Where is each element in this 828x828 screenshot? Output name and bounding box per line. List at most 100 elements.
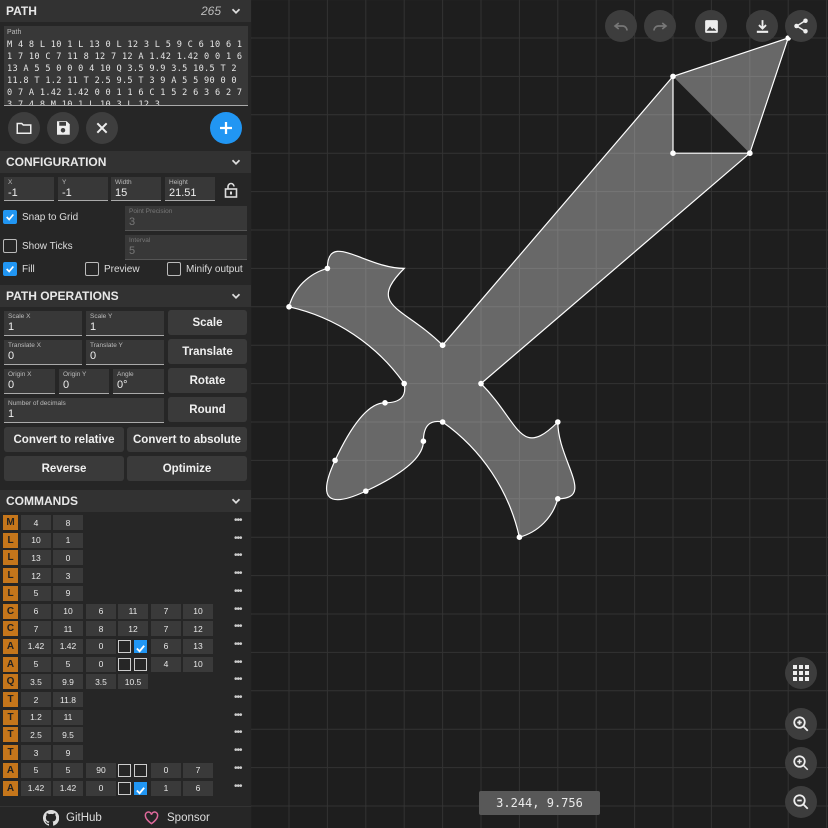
command-value-input[interactable]: 1.2 (21, 709, 51, 725)
redo-button[interactable] (644, 10, 676, 42)
command-row[interactable]: T 3 9 ••• (0, 745, 251, 762)
viewbox-height-field[interactable]: Height 21.51 (165, 177, 215, 201)
command-value-input[interactable]: 6 (86, 603, 116, 619)
command-type-badge[interactable]: C (3, 603, 18, 619)
command-type-badge[interactable]: A (3, 638, 18, 654)
anchor-point[interactable] (332, 457, 338, 464)
command-menu-button[interactable]: ••• (234, 568, 242, 579)
command-value-input[interactable]: 9 (53, 585, 83, 601)
editor-canvas[interactable] (251, 0, 828, 828)
scale-button[interactable]: Scale (168, 310, 247, 335)
command-row[interactable]: C 7 11 8 12 7 12 ••• (0, 621, 251, 638)
path-textarea[interactable]: Path M 4 8 L 10 1 L 13 0 L 12 3 L 5 9 C … (4, 26, 248, 106)
command-value-input[interactable]: 4 (151, 656, 181, 672)
save-button[interactable] (47, 112, 79, 144)
command-value-input[interactable]: 11 (118, 603, 148, 619)
command-menu-button[interactable]: ••• (234, 586, 242, 597)
command-value-input[interactable]: 0 (86, 656, 116, 672)
anchor-point[interactable] (516, 534, 523, 540)
minify-output-checkbox[interactable]: Minify output (167, 262, 243, 276)
anchor-point[interactable] (324, 265, 331, 272)
command-value-input[interactable]: 6 (21, 603, 51, 619)
anchor-point[interactable] (670, 73, 676, 80)
command-value-input[interactable]: 10.5 (118, 674, 148, 690)
scale-y-field[interactable]: Scale Y 1 (86, 311, 164, 336)
angle-field[interactable]: Angle 0° (113, 369, 164, 394)
command-menu-button[interactable]: ••• (234, 657, 242, 668)
angle-value[interactable]: 0° (117, 379, 160, 392)
origin-x-field[interactable]: Origin X 0 (4, 369, 55, 394)
translate-x-field[interactable]: Translate X 0 (4, 340, 82, 365)
command-menu-button[interactable]: ••• (234, 533, 242, 544)
command-type-badge[interactable]: T (3, 692, 18, 707)
decimals-value[interactable]: 1 (8, 408, 160, 421)
scale-x-value[interactable]: 1 (8, 321, 78, 334)
add-command-button[interactable] (210, 112, 242, 144)
command-type-badge[interactable]: T (3, 709, 18, 725)
scale-x-field[interactable]: Scale X 1 (4, 311, 82, 336)
command-type-badge[interactable]: L (3, 585, 18, 601)
command-value-input[interactable]: 11 (53, 621, 83, 637)
command-value-input[interactable]: 7 (151, 603, 181, 619)
command-type-badge[interactable]: A (3, 762, 18, 778)
command-value-input[interactable]: 10 (183, 656, 213, 672)
anchor-point[interactable] (420, 438, 427, 445)
command-type-badge[interactable]: M (3, 515, 18, 530)
convert-to-absolute-button[interactable]: Convert to absolute (127, 427, 247, 452)
round-button[interactable]: Round (168, 397, 247, 422)
command-value-input[interactable]: 12 (118, 621, 148, 637)
fill-checkbox[interactable]: Fill (3, 262, 35, 276)
translate-button[interactable]: Translate (168, 339, 247, 364)
command-type-badge[interactable]: T (3, 727, 18, 743)
command-menu-button[interactable]: ••• (234, 550, 242, 561)
command-value-input[interactable]: 4 (21, 515, 51, 530)
translate-x-value[interactable]: 0 (8, 350, 78, 363)
sweep-flag-checkbox[interactable] (134, 781, 147, 795)
command-row[interactable]: Q 3.5 9.9 3.5 10.5 ••• (0, 674, 251, 691)
command-row[interactable]: A 5 5 0 4 10 ••• (0, 656, 251, 674)
command-type-badge[interactable]: L (3, 568, 18, 584)
command-row[interactable]: L 12 3 ••• (0, 568, 251, 585)
command-value-input[interactable]: 1 (151, 780, 181, 796)
command-value-input[interactable]: 90 (86, 762, 116, 778)
command-menu-button[interactable]: ••• (234, 515, 242, 526)
translate-y-field[interactable]: Translate Y 0 (86, 340, 164, 365)
command-row[interactable]: L 5 9 ••• (0, 585, 251, 603)
zoom-out-button[interactable] (785, 786, 817, 818)
anchor-point[interactable] (401, 380, 407, 387)
command-value-input[interactable]: 9.5 (53, 727, 83, 743)
command-value-input[interactable]: 3.5 (21, 674, 51, 690)
zoom-fit-button[interactable] (785, 747, 817, 779)
large-arc-flag-checkbox[interactable] (118, 657, 131, 671)
command-value-input[interactable]: 5 (53, 762, 83, 778)
command-value-input[interactable]: 5 (21, 585, 51, 601)
command-value-input[interactable]: 11 (53, 709, 83, 725)
config-section-header[interactable]: CONFIGURATION (0, 151, 251, 173)
command-value-input[interactable]: 12 (183, 621, 213, 637)
large-arc-flag-checkbox[interactable] (118, 639, 131, 653)
command-value-input[interactable]: 2.5 (21, 727, 51, 743)
command-menu-button[interactable]: ••• (234, 727, 242, 738)
anchor-point[interactable] (670, 150, 676, 156)
command-menu-button[interactable]: ••• (234, 639, 242, 650)
optimize-button[interactable]: Optimize (127, 456, 247, 481)
sweep-flag-checkbox[interactable] (134, 763, 147, 777)
command-value-input[interactable]: 0 (86, 780, 116, 796)
command-value-input[interactable]: 10 (21, 532, 51, 548)
command-row[interactable]: L 13 0 ••• (0, 550, 251, 567)
command-value-input[interactable]: 0 (151, 762, 181, 778)
command-menu-button[interactable]: ••• (234, 710, 242, 721)
viewbox-y-value[interactable]: -1 (62, 187, 104, 200)
rotate-button[interactable]: Rotate (168, 368, 247, 393)
command-value-input[interactable]: 5 (21, 762, 51, 778)
chevron-down-icon[interactable] (229, 4, 243, 18)
chevron-down-icon[interactable] (229, 155, 243, 169)
anchor-point[interactable] (478, 380, 484, 387)
command-value-input[interactable]: 0 (86, 638, 116, 654)
command-value-input[interactable]: 0 (53, 550, 83, 566)
command-row[interactable]: M 4 8 ••• (0, 515, 251, 532)
command-value-input[interactable]: 13 (21, 550, 51, 566)
open-button[interactable] (8, 112, 40, 144)
origin-y-field[interactable]: Origin Y 0 (59, 369, 109, 394)
origin-x-value[interactable]: 0 (8, 379, 51, 392)
